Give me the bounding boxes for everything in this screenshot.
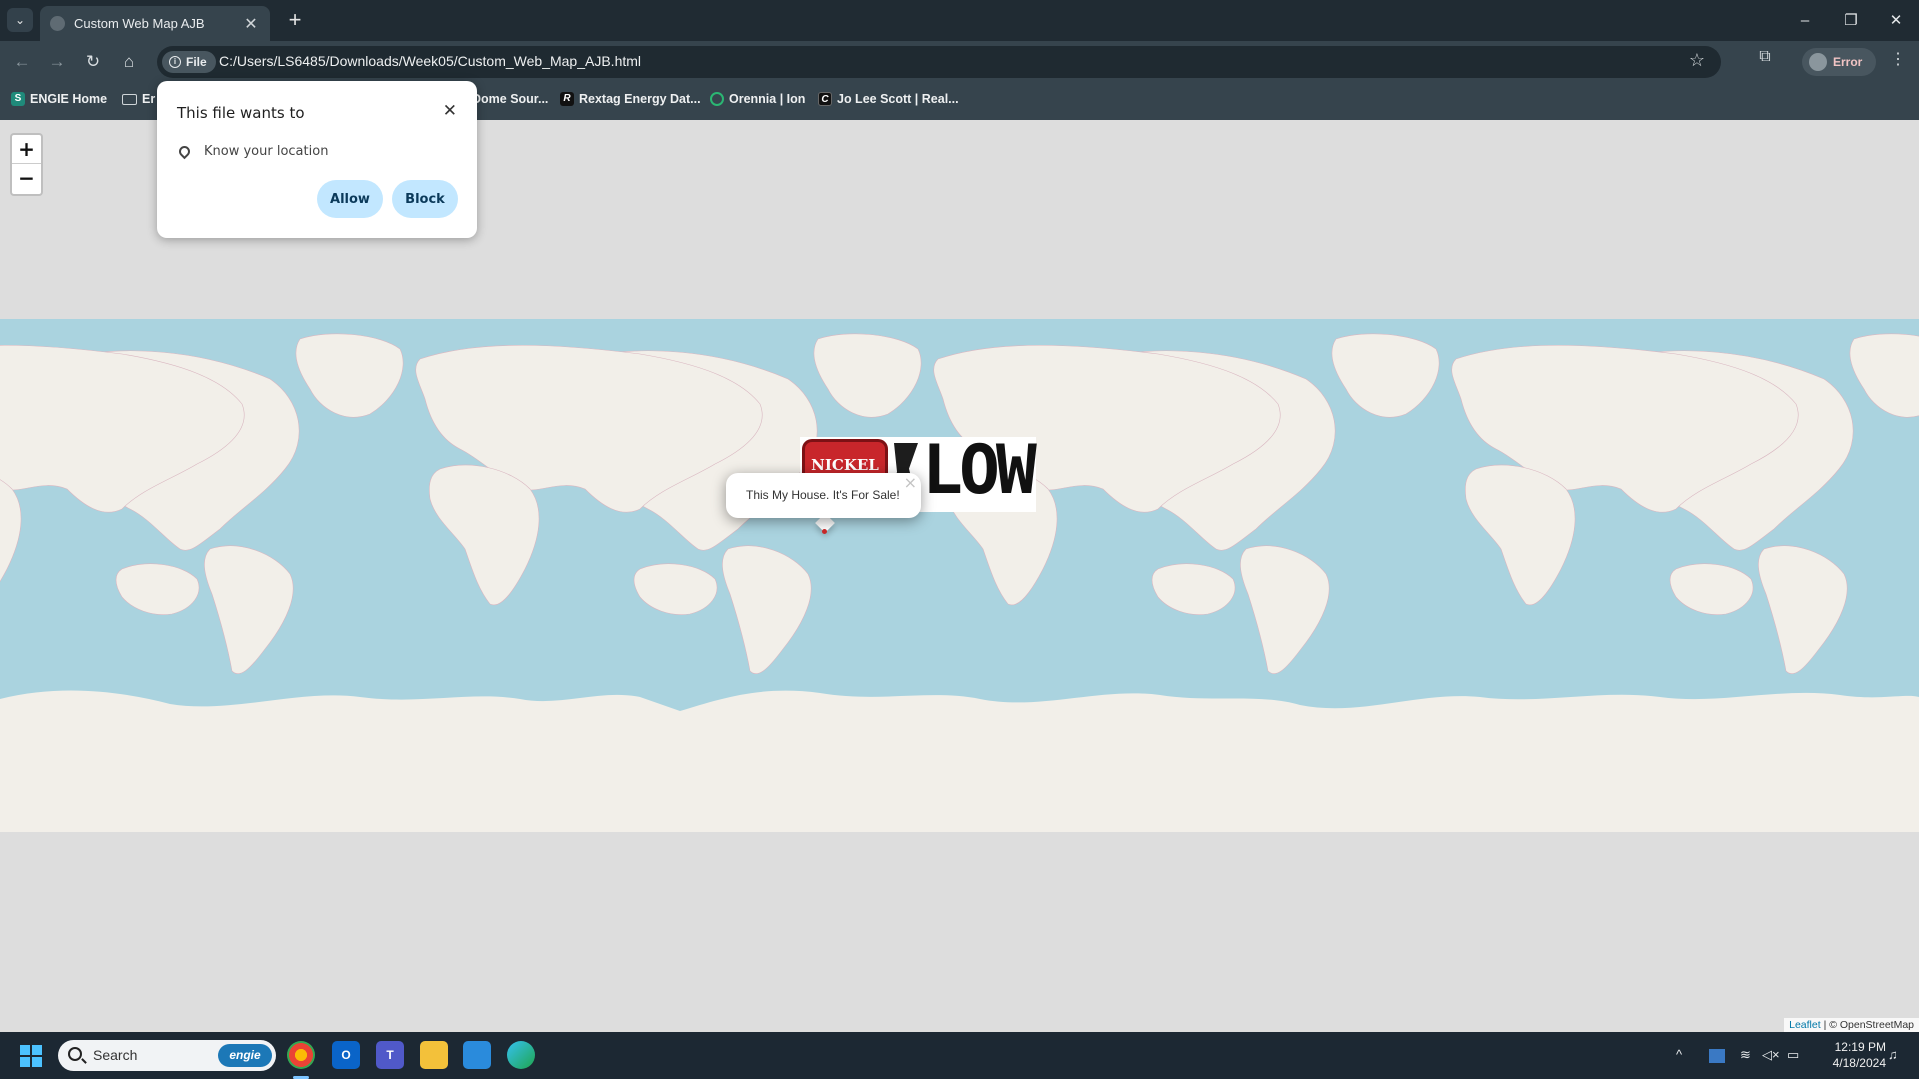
- browser-toolbar: ← → ↻ ⌂ i File C:/Users/LS6485/Downloads…: [0, 41, 1919, 83]
- extensions-icon[interactable]: ⧉: [1752, 48, 1778, 66]
- bookmark-rextag[interactable]: R Rextag Energy Dat...: [560, 92, 701, 106]
- permission-close-icon[interactable]: ✕: [443, 101, 457, 121]
- reload-button[interactable]: ↻: [79, 48, 107, 76]
- block-button[interactable]: Block: [392, 180, 458, 218]
- forward-button[interactable]: →: [43, 48, 71, 76]
- taskbar-search[interactable]: Search engie: [58, 1040, 276, 1071]
- folder-icon: [122, 93, 137, 105]
- tab-title: Custom Web Map AJB: [74, 16, 205, 31]
- outlook-icon[interactable]: O: [332, 1041, 360, 1069]
- file-explorer-icon[interactable]: [420, 1041, 448, 1069]
- permission-text: Know your location: [204, 144, 329, 159]
- wifi-icon[interactable]: ≋: [1740, 1047, 1751, 1063]
- bookmark-dome-source[interactable]: Dome Sour...: [472, 92, 548, 106]
- permission-title: This file wants to: [177, 104, 305, 122]
- bookmark-engie-home[interactable]: S ENGIE Home: [11, 92, 107, 106]
- low-logo-text: LOW: [922, 431, 1037, 510]
- world-map-svg: [0, 319, 1919, 832]
- profile-status-label: Error: [1833, 55, 1863, 69]
- zoom-control: + −: [10, 133, 43, 196]
- location-permission-dialog: This file wants to ✕ Know your location …: [157, 81, 477, 238]
- allow-button[interactable]: Allow: [317, 180, 383, 218]
- browser-menu-icon[interactable]: ⋮: [1888, 49, 1908, 69]
- nickel-logo-text: NICKEL: [811, 456, 879, 474]
- bookmark-label: ENGIE Home: [30, 92, 108, 106]
- tab-close-icon[interactable]: ✕: [242, 14, 260, 34]
- bookmark-star-icon[interactable]: ☆: [1689, 50, 1705, 71]
- clock-time: 12:19 PM: [1834, 1040, 1886, 1054]
- engie-icon: S: [11, 92, 25, 106]
- zoom-in-button[interactable]: +: [12, 135, 41, 164]
- bookmark-label: Jo Lee Scott | Real...: [837, 92, 959, 106]
- bookmark-folder-er[interactable]: Er: [122, 92, 155, 106]
- taskbar-search-placeholder: Search: [93, 1047, 138, 1063]
- world-map-tiles[interactable]: [0, 319, 1919, 832]
- teams-icon[interactable]: T: [376, 1041, 404, 1069]
- tab-strip: ⌄ Custom Web Map AJB ✕ + – ❐ ✕: [0, 0, 1919, 41]
- tab-active[interactable]: Custom Web Map AJB ✕: [40, 6, 270, 41]
- volume-muted-icon[interactable]: ◁×: [1762, 1047, 1780, 1063]
- engie-badge: engie: [218, 1044, 272, 1067]
- map-container[interactable]: + − NICKEL LOW This My House. It's For S…: [0, 120, 1919, 1032]
- leaflet-link[interactable]: Leaflet: [1789, 1019, 1821, 1031]
- tab-search-button[interactable]: ⌄: [7, 8, 33, 32]
- orennia-icon: [710, 92, 724, 106]
- new-tab-button[interactable]: +: [282, 8, 308, 34]
- bookmark-label: Orennia | Ion: [729, 92, 806, 106]
- edge-icon[interactable]: [507, 1041, 535, 1069]
- popup-close-icon[interactable]: ×: [904, 473, 917, 492]
- house-marker-icon[interactable]: [822, 529, 827, 534]
- address-bar[interactable]: i File C:/Users/LS6485/Downloads/Week05/…: [157, 46, 1721, 78]
- popup-text: This My House. It's For Sale!: [746, 488, 900, 502]
- rextag-icon: R: [560, 92, 574, 106]
- store-icon[interactable]: [463, 1041, 491, 1069]
- osm-attribution[interactable]: © OpenStreetMap: [1829, 1019, 1914, 1031]
- back-button[interactable]: ←: [8, 48, 36, 76]
- zoom-out-button[interactable]: −: [12, 164, 41, 193]
- jo-lee-scott-icon: C: [818, 92, 832, 106]
- tray-overflow-icon[interactable]: ^: [1676, 1047, 1682, 1062]
- bookmark-jo-lee-scott[interactable]: C Jo Lee Scott | Real...: [818, 92, 959, 106]
- site-info-chip[interactable]: i File: [162, 51, 216, 73]
- bookmark-label: Dome Sour...: [472, 92, 549, 106]
- info-icon: i: [169, 56, 181, 68]
- chrome-icon[interactable]: [287, 1041, 315, 1069]
- battery-icon[interactable]: ▭: [1787, 1047, 1799, 1063]
- bookmark-orennia[interactable]: Orennia | Ion: [710, 92, 805, 106]
- permission-row: Know your location: [176, 143, 329, 160]
- tab-favicon-icon: [50, 16, 65, 31]
- notification-bell-icon[interactable]: ♫: [1888, 1047, 1898, 1062]
- bookmark-label: Er: [142, 92, 156, 106]
- windows-start-icon[interactable]: [20, 1045, 42, 1067]
- home-button[interactable]: ⌂: [115, 48, 143, 76]
- map-attribution: Leaflet | © OpenStreetMap: [1784, 1018, 1919, 1032]
- map-popup: This My House. It's For Sale! ×: [726, 473, 921, 518]
- restore-button[interactable]: ❐: [1828, 6, 1874, 36]
- profile-button[interactable]: Error: [1802, 48, 1876, 76]
- close-window-button[interactable]: ✕: [1873, 6, 1919, 36]
- taskbar-clock[interactable]: 12:19 PM 4/18/2024: [1808, 1039, 1886, 1071]
- clock-date: 4/18/2024: [1832, 1056, 1886, 1070]
- location-pin-icon: [176, 143, 193, 160]
- attribution-separator: |: [1820, 1019, 1830, 1031]
- file-chip-label: File: [186, 55, 207, 69]
- avatar: [1809, 53, 1827, 71]
- bookmark-label: Rextag Energy Dat...: [579, 92, 701, 106]
- windows-taskbar: Search engie O T ^ ≋ ◁× ▭ 12:19 PM 4/18/…: [0, 1032, 1919, 1079]
- tray-app-icon[interactable]: [1709, 1049, 1725, 1063]
- minimize-button[interactable]: –: [1782, 6, 1828, 36]
- url-text[interactable]: C:/Users/LS6485/Downloads/Week05/Custom_…: [219, 53, 641, 69]
- search-icon: [68, 1047, 82, 1061]
